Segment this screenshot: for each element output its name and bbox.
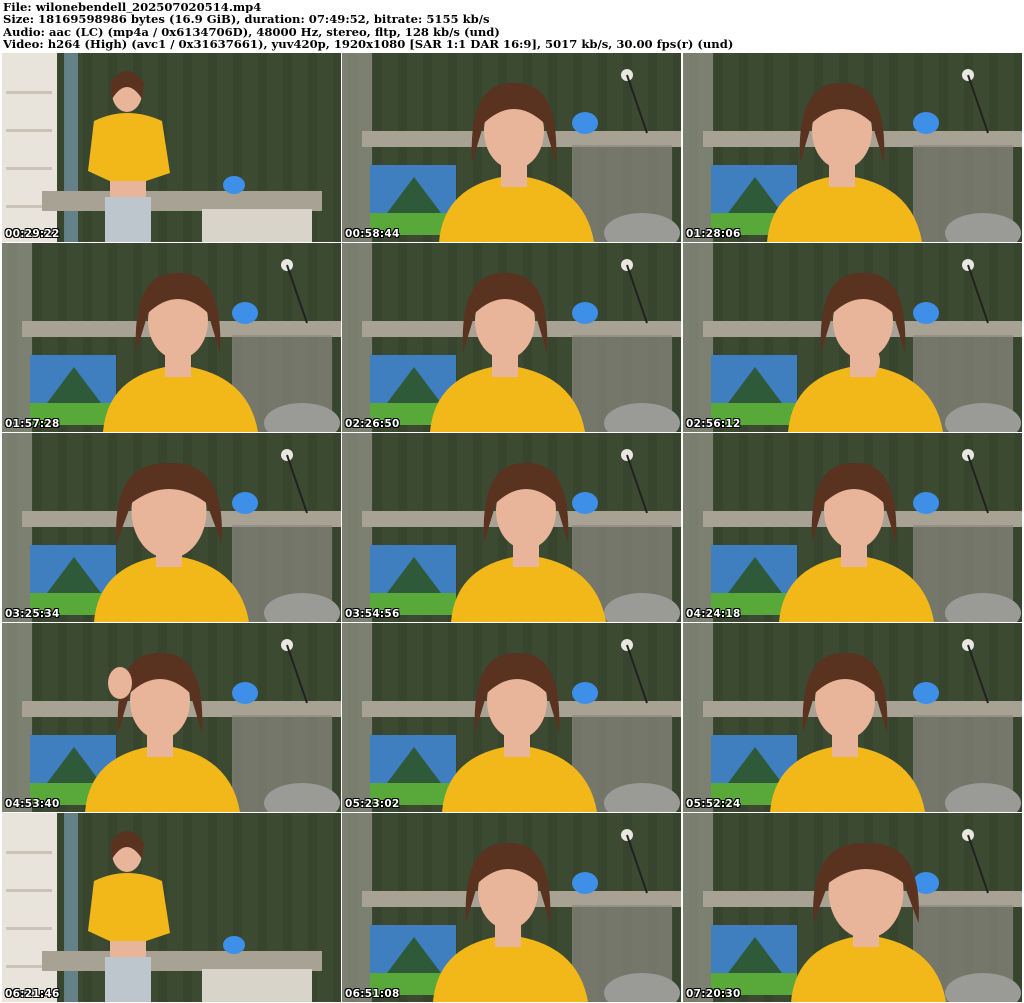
video-frame xyxy=(342,813,681,1002)
file-info-header: File: wilonebendell_202507020514.mp4 Siz… xyxy=(0,0,1024,54)
video-frame xyxy=(342,53,681,242)
video-frame xyxy=(342,433,681,622)
video-thumbnail: 01:28:06 xyxy=(683,53,1022,242)
video-frame xyxy=(2,53,341,242)
timestamp-label: 00:29:22 xyxy=(5,228,60,240)
video-thumbnail: 06:21:46 xyxy=(2,813,341,1002)
video-thumbnail: 04:53:40 xyxy=(2,623,341,812)
video-frame xyxy=(2,243,341,432)
video-thumbnail: 02:56:12 xyxy=(683,243,1022,432)
timestamp-label: 04:24:18 xyxy=(686,608,741,620)
video-thumbnail: 05:52:24 xyxy=(683,623,1022,812)
video-thumbnail: 03:54:56 xyxy=(342,433,681,622)
timestamp-label: 03:25:34 xyxy=(5,608,60,620)
video-frame xyxy=(2,623,341,812)
video-frame xyxy=(683,813,1022,1002)
video-frame xyxy=(683,243,1022,432)
video-frame xyxy=(683,53,1022,242)
timestamp-label: 01:28:06 xyxy=(686,228,741,240)
video-frame xyxy=(683,433,1022,622)
timestamp-label: 07:20:30 xyxy=(686,988,741,1000)
file-name-line: File: wilonebendell_202507020514.mp4 xyxy=(3,1,262,14)
video-info-line: Video: h264 (High) (avc1 / 0x31637661), … xyxy=(3,38,734,51)
video-frame xyxy=(342,623,681,812)
video-frame xyxy=(2,433,341,622)
file-size-line: Size: 18169598986 bytes (16.9 GiB), dura… xyxy=(3,13,490,26)
timestamp-label: 00:58:44 xyxy=(345,228,400,240)
timestamp-label: 05:23:02 xyxy=(345,798,400,810)
video-frame xyxy=(683,623,1022,812)
video-thumbnail: 01:57:28 xyxy=(2,243,341,432)
timestamp-label: 05:52:24 xyxy=(686,798,741,810)
video-frame xyxy=(2,813,341,1002)
timestamp-label: 02:26:50 xyxy=(345,418,400,430)
thumbnail-grid: 00:29:22 00:58:44 01:28:06 01:57:28 02:26:50… xyxy=(0,53,1024,1003)
timestamp-label: 06:51:08 xyxy=(345,988,400,1000)
video-thumbnail: 03:25:34 xyxy=(2,433,341,622)
video-thumbnail: 05:23:02 xyxy=(342,623,681,812)
timestamp-label: 04:53:40 xyxy=(5,798,60,810)
video-frame xyxy=(342,243,681,432)
audio-info-line: Audio: aac (LC) (mp4a / 0x6134706D), 480… xyxy=(3,25,500,39)
timestamp-label: 02:56:12 xyxy=(686,418,741,430)
timestamp-label: 06:21:46 xyxy=(5,988,60,1000)
video-thumbnail: 00:58:44 xyxy=(342,53,681,242)
timestamp-label: 01:57:28 xyxy=(5,418,60,430)
timestamp-label: 03:54:56 xyxy=(345,608,400,620)
video-thumbnail: 07:20:30 xyxy=(683,813,1022,1002)
video-thumbnail: 06:51:08 xyxy=(342,813,681,1002)
video-thumbnail: 04:24:18 xyxy=(683,433,1022,622)
video-thumbnail: 02:26:50 xyxy=(342,243,681,432)
video-thumbnail: 00:29:22 xyxy=(2,53,341,242)
